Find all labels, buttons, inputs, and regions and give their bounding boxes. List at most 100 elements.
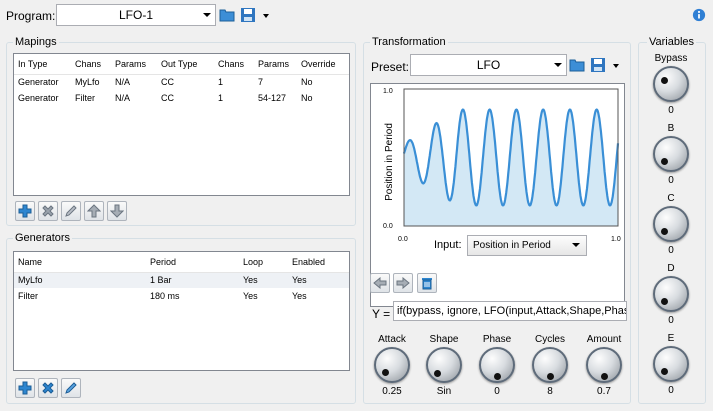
delete-mapping-button[interactable]: [38, 201, 58, 221]
knob-amount[interactable]: Amount 0.7: [580, 334, 628, 397]
knob-dial[interactable]: [479, 347, 515, 383]
preset-label: Preset:: [371, 60, 410, 74]
formula-label: Y =: [372, 307, 391, 321]
variable-dial[interactable]: [653, 136, 689, 172]
formula-input[interactable]: if(bypass, ignore, LFO(input,Attack,Shap…: [393, 301, 627, 321]
variable-bypass[interactable]: Bypass 0: [647, 53, 695, 116]
variable-value: 0: [668, 105, 674, 116]
table-row[interactable]: Generator MyLfo N/A CC 1 7 No: [14, 74, 349, 90]
table-cell: MyLfo: [75, 77, 100, 88]
program-select[interactable]: LFO-1: [56, 4, 216, 26]
variable-dial[interactable]: [653, 206, 689, 242]
column-header[interactable]: In Type: [14, 54, 71, 75]
variable-label: D: [667, 263, 675, 274]
variable-b[interactable]: B0: [647, 123, 695, 186]
knob-value: 0: [494, 386, 500, 397]
edit-mapping-button[interactable]: [61, 201, 81, 221]
knob-value: Sin: [436, 386, 452, 397]
arrow-right-icon: [396, 277, 410, 289]
preset-select[interactable]: LFO: [410, 54, 567, 76]
table-cell: Yes: [239, 272, 288, 288]
table-cell: No: [301, 93, 313, 103]
move-up-button[interactable]: [84, 201, 104, 221]
chevron-down-icon: [554, 63, 562, 67]
variable-dial[interactable]: [653, 276, 689, 312]
delete-x-icon: [42, 205, 54, 217]
info-icon[interactable]: [692, 8, 706, 22]
table-row[interactable]: Filter 180 ms Yes Yes: [14, 288, 349, 304]
column-header[interactable]: Params: [111, 54, 157, 75]
mappings-list[interactable]: In Type Chans Params Out Type Chans Para…: [13, 53, 350, 196]
knob-dial[interactable]: [426, 347, 462, 383]
column-header[interactable]: Period: [146, 252, 239, 273]
table-cell: CC: [161, 93, 174, 103]
variable-e[interactable]: E0: [647, 333, 695, 396]
transformation-title: Transformation: [370, 36, 448, 48]
save-dropdown-arrow[interactable]: [263, 14, 269, 18]
save-dropdown-arrow[interactable]: [613, 64, 619, 68]
delete-button[interactable]: [417, 273, 437, 293]
arrow-up-icon: [87, 204, 101, 218]
table-cell: Yes: [292, 291, 307, 301]
input-value: Position in Period: [473, 240, 551, 251]
variables-group: Variables Bypass 0 B 0 C 0 D 0 E 0: [638, 36, 706, 404]
column-header[interactable]: Params: [254, 54, 297, 75]
knob-attack[interactable]: Attack 0.25: [368, 334, 416, 397]
mappings-title: Mapings: [13, 36, 59, 48]
program-value: LFO-1: [118, 8, 153, 22]
table-cell: 54-127: [258, 93, 287, 103]
arrow-down-icon: [110, 204, 124, 218]
variable-dial[interactable]: [653, 346, 689, 382]
knob-label: Cycles: [534, 334, 565, 345]
add-mapping-button[interactable]: [15, 201, 35, 221]
knob-cycles[interactable]: Cycles 8: [526, 334, 574, 397]
knob-value: 0.7: [597, 386, 611, 397]
column-header[interactable]: Chans: [214, 54, 254, 75]
knob-value: 8: [547, 386, 553, 397]
input-select[interactable]: Position in Period: [467, 235, 587, 256]
knob-label: Attack: [378, 334, 406, 345]
column-header[interactable]: Loop: [239, 252, 288, 273]
table-cell: 7: [258, 77, 264, 88]
column-header[interactable]: Override: [297, 54, 349, 75]
save-icon[interactable]: [590, 57, 606, 73]
table-row[interactable]: MyLfo 1 Bar Yes Yes: [14, 272, 349, 288]
variable-d[interactable]: D0: [647, 263, 695, 326]
add-generator-button[interactable]: [15, 378, 35, 398]
knob-phase[interactable]: Phase 0: [473, 334, 521, 397]
variable-value: 0: [668, 315, 674, 326]
knob-dial[interactable]: [374, 347, 410, 383]
knob-dial[interactable]: [532, 347, 568, 383]
series-area: [404, 109, 618, 226]
plus-icon: [18, 204, 32, 218]
delete-generator-button[interactable]: [38, 378, 58, 398]
chevron-down-icon: [572, 243, 580, 247]
table-cell: Generator: [18, 77, 59, 88]
folder-open-icon[interactable]: [569, 57, 585, 73]
y-axis-label: Position in Period: [384, 123, 395, 201]
column-header[interactable]: Name: [14, 252, 146, 273]
knob-shape[interactable]: Shape Sin: [420, 334, 468, 397]
previous-button[interactable]: [370, 273, 390, 293]
generators-group: Generators Name Period Loop Enabled MyLf…: [6, 232, 356, 404]
knob-dial[interactable]: [586, 347, 622, 383]
table-cell: N/A: [115, 77, 131, 88]
folder-open-icon[interactable]: [219, 7, 235, 23]
column-header[interactable]: Chans: [71, 54, 111, 75]
save-icon[interactable]: [240, 7, 256, 23]
x-tick-left: 0.0: [398, 236, 408, 243]
variable-c[interactable]: C0: [647, 193, 695, 256]
table-cell: No: [301, 77, 313, 88]
x-tick-right: 1.0: [611, 236, 621, 243]
table-row[interactable]: Generator Filter N/A CC 1 54-127 No: [14, 90, 349, 106]
generators-title: Generators: [13, 232, 73, 244]
next-button[interactable]: [393, 273, 413, 293]
column-header[interactable]: Out Type: [157, 54, 214, 75]
edit-generator-button[interactable]: [61, 378, 81, 398]
variable-dial[interactable]: [653, 66, 689, 102]
column-header[interactable]: Enabled: [288, 252, 349, 273]
delete-x-icon: [42, 382, 54, 394]
generators-list[interactable]: Name Period Loop Enabled MyLfo 1 Bar Yes…: [13, 251, 350, 371]
move-down-button[interactable]: [107, 201, 127, 221]
arrow-left-icon: [373, 277, 387, 289]
